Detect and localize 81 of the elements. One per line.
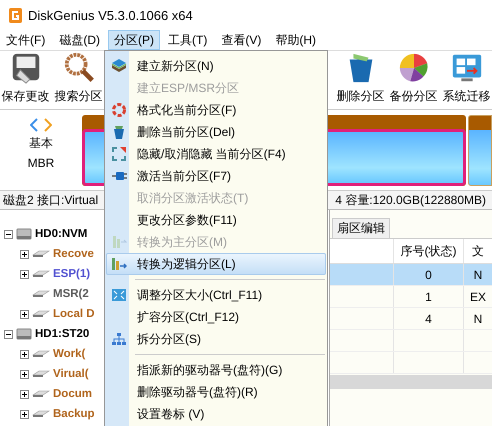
menu-item[interactable]: 帮助(H) (269, 30, 322, 50)
expand-icon[interactable] (20, 310, 29, 318)
menu-item[interactable]: 隐藏/取消隐藏 当前分区(F4) (106, 143, 326, 165)
menu-item[interactable]: 磁盘(D) (53, 30, 106, 50)
column-header[interactable]: 文 (464, 239, 492, 263)
drive-icon (32, 410, 50, 418)
hard-drive-icon (16, 327, 32, 341)
ring-icon (111, 102, 127, 118)
window-title: DiskGenius V5.3.0.1066 x64 (28, 8, 193, 22)
tree-item[interactable]: Recove (53, 248, 94, 260)
toolbar-button[interactable]: 保存更改 (0, 51, 51, 109)
expand-icon[interactable] (20, 410, 29, 418)
menu-item[interactable]: 删除驱动器号(盘符)(R) (106, 381, 326, 403)
tree-item[interactable]: HD1:ST20 (35, 328, 90, 340)
tree-item[interactable]: Backup (53, 408, 95, 420)
hierarchy-icon (111, 331, 127, 347)
table-cell-text: EX (468, 288, 487, 306)
expand-icon[interactable] (20, 390, 29, 398)
table-row[interactable]: 4 N (330, 308, 492, 330)
drive-icon (32, 270, 50, 278)
capacity-text: 4 容量:120.0GB(122880MB) (335, 192, 486, 208)
table-cell: 1 (394, 286, 464, 307)
resize-icon (111, 287, 127, 303)
table-row[interactable]: 1 EX (330, 286, 492, 308)
tree-item[interactable]: ESP(1) (53, 268, 90, 280)
toolbar-button[interactable]: 删除分区 (335, 51, 386, 109)
menu-item[interactable]: 扩容分区(Ctrl_F12) (106, 306, 326, 328)
drive-icon (32, 350, 50, 358)
table-cell-text: N (472, 310, 484, 328)
menu-item[interactable]: 格式化当前分区(F) (106, 99, 326, 121)
collapse-icon[interactable] (4, 330, 13, 338)
table-row[interactable]: 0 N (330, 264, 492, 286)
toolbar-button[interactable]: 搜索分区 (53, 51, 104, 109)
tab[interactable]: 扇区编辑 (332, 218, 390, 238)
expand-icon[interactable] (20, 270, 29, 278)
menu-item[interactable]: 文件(F) (0, 30, 52, 50)
drive-icon (32, 310, 50, 318)
expand-icon[interactable] (20, 370, 29, 378)
drive-icon (32, 390, 50, 398)
menu-item[interactable]: 工具(T) (162, 30, 214, 50)
partition-scheme-label: MBR (28, 155, 54, 172)
menu-item[interactable]: 调整分区大小(Ctrl_F11) (106, 284, 326, 306)
drive-icon (32, 250, 50, 258)
toolbar-button[interactable]: 系统迁移 (441, 51, 492, 109)
scroll-bar[interactable] (330, 375, 492, 389)
collapse-icon[interactable] (4, 230, 13, 238)
menu-item[interactable]: 转换为逻辑分区(L) (106, 253, 326, 275)
tree-item[interactable]: Docum (53, 388, 92, 400)
drive-icon (32, 370, 50, 378)
tree-item[interactable]: Work( (53, 348, 86, 360)
toolbar-button[interactable]: 备份分区 (388, 51, 439, 109)
menu-item[interactable]: 分区(P) (108, 30, 160, 50)
disk-info-text: 磁盘2 接口:Virtual (3, 192, 98, 208)
menu-item[interactable]: 建立新分区(N) (106, 55, 326, 77)
menu-item[interactable]: 设置卷标 (V) (106, 403, 326, 425)
convert-icon (111, 234, 127, 250)
menu-item[interactable]: 查看(V) (215, 30, 268, 50)
partition-block[interactable] (468, 115, 492, 186)
expand-icon[interactable] (20, 250, 29, 258)
tree-item[interactable]: MSR(2 (53, 288, 89, 300)
layers-icon (111, 58, 127, 74)
menu-item[interactable]: 激活当前分区(F7) (106, 165, 326, 187)
tree-item[interactable]: HD0:NVM (35, 228, 88, 240)
table-cell-text: N (472, 266, 484, 284)
column-header[interactable]: 序号(状态) (394, 239, 464, 263)
expand-icon[interactable] (20, 350, 29, 358)
bucket-icon (111, 124, 127, 140)
menu-item[interactable]: 更改分区参数(F11) (106, 209, 326, 231)
table-cell: 0 (394, 264, 464, 285)
drive-icon (32, 290, 50, 298)
menu-item[interactable]: 指派新的驱动器号(盘符)(G) (106, 359, 326, 381)
convert-icon (111, 256, 127, 272)
tree-item[interactable]: Local D (53, 308, 95, 320)
table-cell: 4 (394, 308, 464, 329)
hard-drive-icon (16, 227, 32, 241)
app-logo-icon (9, 8, 22, 22)
menu-item[interactable]: 删除当前分区(Del) (106, 121, 326, 143)
disk-type-label: 基本 (29, 135, 53, 152)
menu-item[interactable]: 拆分分区(S) (106, 328, 326, 350)
corner-arrows-icon (111, 146, 127, 162)
tree-item[interactable]: Virual( (53, 368, 89, 380)
